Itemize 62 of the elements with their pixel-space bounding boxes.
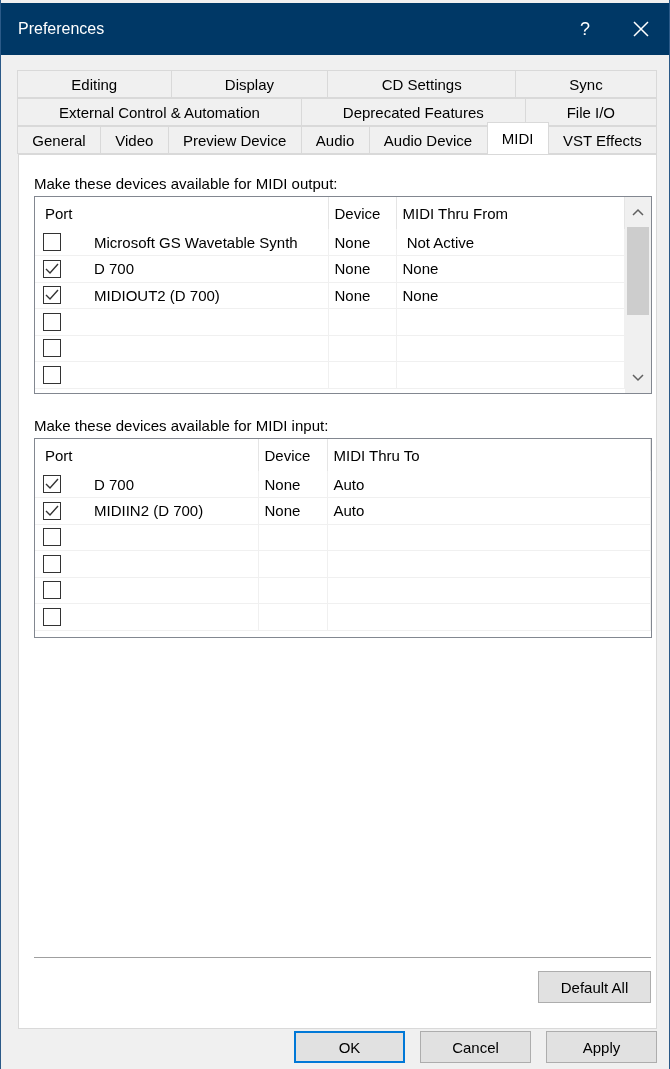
tab[interactable]: Deprecated Features <box>300 98 526 126</box>
window-title: Preferences <box>18 20 106 38</box>
tab[interactable]: VST Effects <box>547 126 657 154</box>
close-icon <box>633 21 649 37</box>
scroll-thumb[interactable] <box>627 227 649 315</box>
section-label: Make these devices available for MIDI output: <box>34 175 339 192</box>
column-header[interactable]: MIDI Thru From <box>402 204 509 222</box>
checkbox[interactable] <box>43 286 61 305</box>
checkbox[interactable] <box>43 365 61 384</box>
checkbox[interactable] <box>43 339 61 358</box>
dialog-button[interactable]: Cancel <box>420 1031 531 1063</box>
tab[interactable]: General <box>17 126 101 154</box>
tab[interactable]: External Control & Automation <box>17 98 302 126</box>
port-name: D 700 <box>94 475 135 493</box>
tab[interactable]: Video <box>99 126 169 154</box>
checkbox[interactable] <box>43 475 61 493</box>
midi-thru-cell: None <box>402 260 439 278</box>
midi-thru-cell: Auto <box>333 502 365 520</box>
column-header[interactable]: MIDI Thru To <box>333 446 420 464</box>
midi-thru-cell-text: Not Active <box>405 233 475 251</box>
port-name: D 700 <box>94 260 135 278</box>
checkbox[interactable] <box>43 312 61 331</box>
tab[interactable]: File I/O <box>524 98 657 126</box>
checkmark-icon <box>45 504 59 517</box>
tab[interactable]: Editing <box>17 70 172 98</box>
help-button[interactable]: ? <box>557 3 613 55</box>
tab[interactable]: Audio Device <box>368 126 488 154</box>
column-header[interactable]: Port <box>45 446 73 464</box>
column-header[interactable]: Device <box>264 446 311 464</box>
checkbox[interactable] <box>43 607 61 626</box>
dialog-button[interactable]: OK <box>294 1031 405 1063</box>
port-name: MIDIIN2 (D 700) <box>94 502 204 520</box>
column-header[interactable]: Device <box>334 204 381 222</box>
checkbox[interactable] <box>43 501 61 520</box>
checkbox[interactable] <box>43 233 61 251</box>
section-label: Make these devices available for MIDI input: <box>34 417 330 434</box>
default-all-button[interactable]: Default All <box>538 971 651 1003</box>
midi-thru-cell: Auto <box>333 475 365 493</box>
tab[interactable]: Sync <box>515 70 658 98</box>
port-name: Microsoft GS Wavetable Synth <box>94 233 298 251</box>
checkmark-icon <box>45 262 59 275</box>
tab[interactable]: MIDI <box>486 122 549 154</box>
checkbox[interactable] <box>43 259 61 278</box>
device-cell: None <box>334 233 371 251</box>
checkbox[interactable] <box>43 554 61 573</box>
checkmark-icon <box>45 289 59 302</box>
checkbox[interactable] <box>43 528 61 547</box>
device-cell: None <box>334 286 371 304</box>
port-name: MIDIOUT2 (D 700) <box>94 286 220 304</box>
tab[interactable]: Display <box>170 70 329 98</box>
tab[interactable]: CD Settings <box>327 70 517 98</box>
checkbox[interactable] <box>43 581 61 600</box>
tab[interactable]: Preview Device <box>167 126 302 154</box>
midi-thru-cell: None <box>402 286 439 304</box>
device-cell: None <box>264 475 301 493</box>
dialog-button[interactable]: Apply <box>546 1031 657 1063</box>
scrollbar[interactable] <box>625 197 651 393</box>
device-cell: None <box>264 502 301 520</box>
device-cell: None <box>334 260 371 278</box>
checkmark-icon <box>45 478 59 490</box>
tab[interactable]: Audio <box>300 126 370 154</box>
column-header[interactable]: Port <box>45 204 73 222</box>
